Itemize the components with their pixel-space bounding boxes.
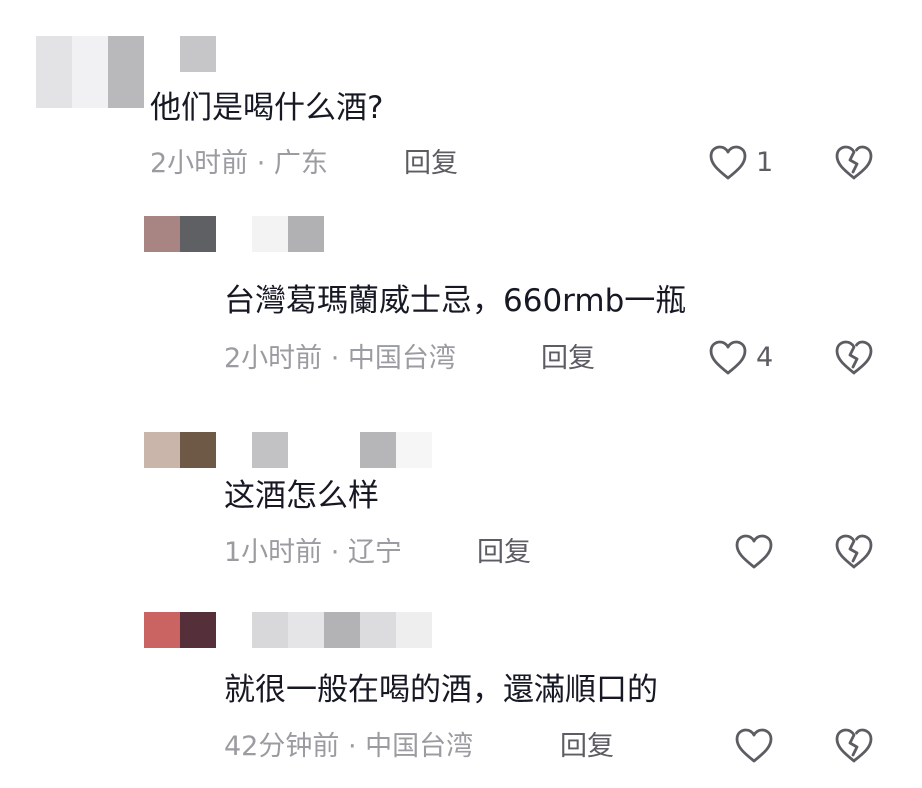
name-blur-block <box>252 432 288 468</box>
name-blur-block <box>324 612 360 648</box>
heart-outline-icon <box>735 728 773 763</box>
broken-heart-icon <box>835 340 873 375</box>
like-count: 4 <box>756 342 774 373</box>
reply-button[interactable]: 回复 <box>404 146 458 182</box>
reply-button[interactable]: 回复 <box>477 535 531 571</box>
avatar-blur-block <box>144 612 180 648</box>
name-blur-block <box>360 432 396 468</box>
dislike-button[interactable] <box>834 339 874 377</box>
comment-meta: 42分钟前 · 中国台湾 <box>224 731 474 762</box>
avatar-blur-block <box>180 612 216 648</box>
like-button[interactable]: 1 <box>708 144 773 182</box>
avatar[interactable] <box>144 612 216 648</box>
name-blur-block <box>288 612 324 648</box>
comment-meta: 1小时前 · 辽宁 <box>224 537 402 568</box>
avatar[interactable] <box>144 432 216 468</box>
comment-text: 这酒怎么样 <box>224 478 379 514</box>
name-blur-block <box>288 216 324 252</box>
broken-heart-icon <box>835 145 873 180</box>
comment-text: 就很一般在喝的酒，還滿順口的 <box>224 672 658 708</box>
like-button[interactable] <box>734 727 782 765</box>
comment-meta: 2小时前 · 广东 <box>150 148 328 179</box>
broken-heart-icon <box>835 728 873 763</box>
avatar-blur-block <box>108 36 144 108</box>
name-blur-block <box>360 612 396 648</box>
avatar-blur-block <box>180 216 216 252</box>
dislike-button[interactable] <box>834 533 874 571</box>
username-blurred[interactable] <box>252 432 432 468</box>
reply-button[interactable]: 回复 <box>560 729 614 765</box>
name-blur-block <box>252 216 288 252</box>
name-blur-block <box>396 432 432 468</box>
heart-outline-icon <box>709 145 747 180</box>
comment-text: 他们是喝什么酒? <box>150 90 384 126</box>
username-blurred[interactable] <box>252 612 432 648</box>
name-blur-block <box>252 612 288 648</box>
heart-outline-icon <box>709 340 747 375</box>
avatar-blur-block <box>144 216 180 252</box>
avatar[interactable] <box>144 216 216 252</box>
avatar-blur-block <box>144 432 180 468</box>
heart-outline-icon <box>735 534 773 569</box>
avatar-blur-block <box>180 36 216 72</box>
broken-heart-icon <box>835 534 873 569</box>
name-blur-block <box>396 612 432 648</box>
like-button[interactable] <box>734 533 782 571</box>
dislike-button[interactable] <box>834 727 874 765</box>
comment-meta: 2小时前 · 中国台湾 <box>224 343 456 374</box>
like-button[interactable]: 4 <box>708 339 773 377</box>
comment-text: 台灣葛瑪蘭威士忌，660rmb一瓶 <box>224 283 687 319</box>
dislike-button[interactable] <box>834 144 874 182</box>
username-blurred[interactable] <box>252 216 324 252</box>
avatar-blur-block <box>180 432 216 468</box>
avatar-blur-block <box>72 36 108 108</box>
reply-button[interactable]: 回复 <box>541 341 595 377</box>
like-count: 1 <box>756 147 774 178</box>
avatar-blur-block <box>36 36 72 108</box>
